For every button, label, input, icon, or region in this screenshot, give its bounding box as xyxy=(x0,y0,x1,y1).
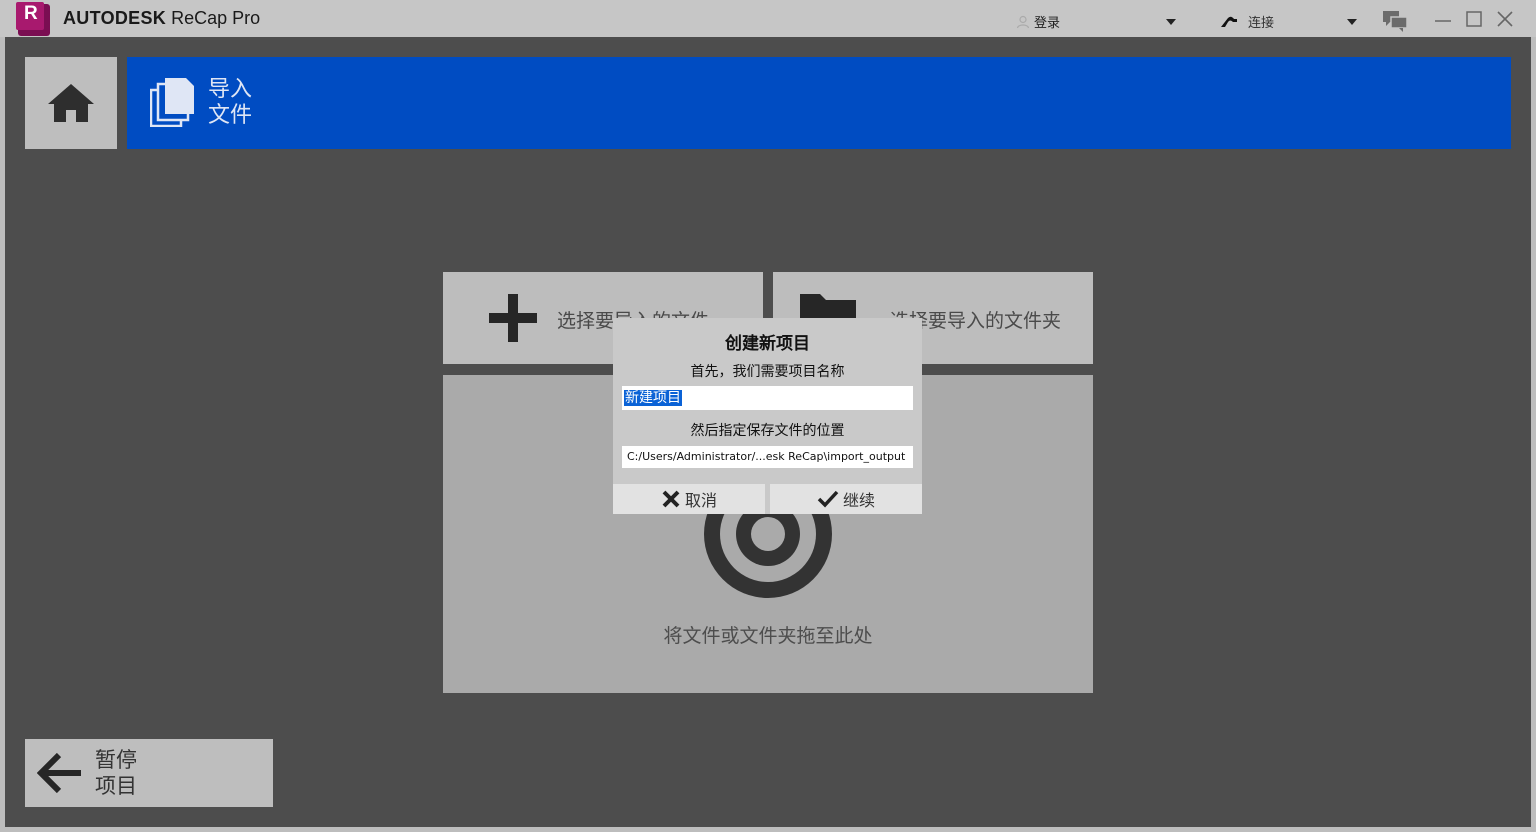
cancel-button[interactable]: 取消 xyxy=(613,484,765,514)
maximize-icon[interactable] xyxy=(1465,10,1483,28)
app-logo-icon: R xyxy=(16,2,50,36)
dialog-title: 创建新项目 xyxy=(725,334,810,354)
home-button[interactable] xyxy=(25,57,117,149)
arrow-left-icon xyxy=(37,753,81,793)
save-location-field[interactable]: C:/Users/Administrator/...esk ReCap\impo… xyxy=(622,446,913,468)
app-title: AUTODESK ReCap Pro xyxy=(63,8,260,29)
home-icon xyxy=(48,84,94,122)
files-icon xyxy=(150,78,194,127)
app-product: ReCap Pro xyxy=(171,8,261,28)
project-name-value: 新建项目 xyxy=(624,390,682,406)
continue-button[interactable]: 继续 xyxy=(770,484,922,514)
name-prompt: 首先，我们需要项目名称 xyxy=(690,364,845,380)
checkmark-icon xyxy=(817,490,839,508)
x-icon xyxy=(662,490,680,508)
chat-icon[interactable] xyxy=(1382,10,1408,32)
plus-icon xyxy=(489,294,537,342)
connect-caret-icon[interactable] xyxy=(1347,19,1357,25)
close-icon[interactable] xyxy=(1496,10,1514,28)
location-prompt: 然后指定保存文件的位置 xyxy=(690,423,845,439)
login-caret-icon[interactable] xyxy=(1166,19,1176,25)
pause-project-label: 暂停 项目 xyxy=(95,748,137,798)
cancel-label: 取消 xyxy=(684,491,717,510)
connect-icon xyxy=(1221,16,1237,27)
title-bar: R AUTODESK ReCap Pro 登录 连接 xyxy=(0,0,1536,37)
login-dropdown[interactable]: 登录 xyxy=(1016,12,1060,31)
minimize-icon[interactable] xyxy=(1434,10,1452,28)
pause-project-button[interactable]: 暂停 项目 xyxy=(25,739,273,807)
app-brand: AUTODESK xyxy=(63,8,167,28)
import-header: 导入 文件 xyxy=(127,57,1511,149)
connect-label: 连接 xyxy=(1248,16,1275,31)
connect-dropdown[interactable]: 连接 xyxy=(1220,12,1274,31)
user-icon xyxy=(1016,15,1030,28)
drop-hint: 将文件或文件夹拖至此处 xyxy=(663,625,873,647)
project-name-input[interactable]: 新建项目 xyxy=(622,386,913,410)
continue-label: 继续 xyxy=(842,491,875,510)
create-project-dialog: 创建新项目 首先，我们需要项目名称 新建项目 然后指定保存文件的位置 C:/Us… xyxy=(613,318,922,514)
header-title: 导入 文件 xyxy=(208,77,253,128)
login-label: 登录 xyxy=(1034,16,1061,31)
